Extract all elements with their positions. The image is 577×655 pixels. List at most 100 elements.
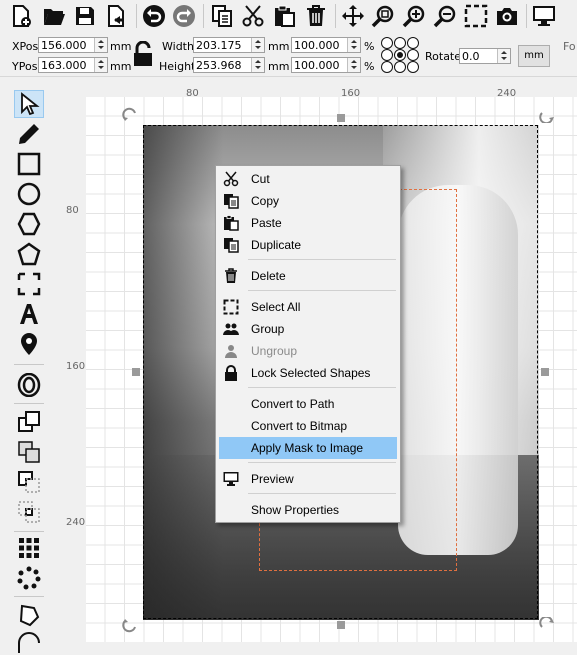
duplicate-icon <box>224 238 239 253</box>
pencil-tool-icon[interactable] <box>14 120 44 148</box>
group-icon <box>223 323 239 335</box>
rotate-handle-icon[interactable] <box>122 107 138 123</box>
select-all-icon <box>223 299 239 315</box>
menu-item-label: Paste <box>251 216 282 230</box>
menu-item-select-all[interactable]: Select All <box>219 296 397 318</box>
menu-item-ungroup: Ungroup <box>219 340 397 362</box>
property-bar: XPos 156.000 mm YPos 163.000 mm Width 20… <box>0 32 577 77</box>
width-label: Width <box>162 40 194 53</box>
grid-array-icon[interactable] <box>14 534 44 562</box>
xpos-input[interactable]: 156.000 <box>38 37 108 53</box>
zoom-out-icon[interactable] <box>432 3 458 29</box>
path-tool-icon[interactable] <box>14 627 44 655</box>
menu-item-convert-path[interactable]: Convert to Path <box>219 393 397 415</box>
height-input[interactable]: 253.968 <box>193 57 265 73</box>
location-pin-icon[interactable] <box>14 330 44 358</box>
text-tool-icon[interactable] <box>14 300 44 328</box>
main-toolbar <box>0 0 577 32</box>
menu-item-label: Ungroup <box>251 344 298 358</box>
paste-icon[interactable] <box>271 3 297 29</box>
menu-item-convert-bitmap[interactable]: Convert to Bitmap <box>219 415 397 437</box>
height-unit: mm <box>268 60 290 73</box>
ypos-input[interactable]: 163.000 <box>38 57 108 73</box>
menu-item-group[interactable]: Group <box>219 318 397 340</box>
offset-tool-icon[interactable] <box>14 371 44 399</box>
ellipse-tool-icon[interactable] <box>14 180 44 208</box>
corner-tool-icon[interactable] <box>14 270 44 298</box>
select-area-icon[interactable] <box>463 3 489 29</box>
camera-icon[interactable] <box>494 3 520 29</box>
menu-item-delete[interactable]: Delete <box>219 265 397 287</box>
menu-item-label: Preview <box>251 472 294 486</box>
ruler-tick-label: 160 <box>66 361 86 372</box>
paste-icon <box>224 215 239 231</box>
resize-handle[interactable] <box>337 621 345 629</box>
weld-tool-icon[interactable] <box>14 408 44 436</box>
ypos-unit: mm <box>110 60 132 73</box>
lock-ratio-icon[interactable] <box>133 40 153 67</box>
tools-sidebar <box>0 77 60 653</box>
open-folder-icon[interactable] <box>41 3 67 29</box>
ruler-tick-label: 240 <box>66 517 86 528</box>
lock-icon <box>225 365 237 381</box>
redo-icon <box>171 3 197 29</box>
circular-array-icon[interactable] <box>14 564 44 592</box>
union-tool-icon[interactable] <box>14 438 44 466</box>
polygon-tool-icon[interactable] <box>14 240 44 268</box>
horizontal-ruler: 80 160 240 <box>62 77 577 99</box>
delete-icon[interactable] <box>303 3 329 29</box>
menu-item-duplicate[interactable]: Duplicate <box>219 234 397 256</box>
rectangle-tool-icon[interactable] <box>14 150 44 178</box>
rotate-handle-icon[interactable] <box>122 617 138 633</box>
menu-item-lock[interactable]: Lock Selected Shapes <box>219 362 397 384</box>
unit-toggle-button[interactable]: mm <box>518 45 550 67</box>
anchor-point-selector[interactable] <box>380 36 420 74</box>
width-input[interactable]: 203.175 <box>193 37 265 53</box>
new-document-icon[interactable] <box>8 3 34 29</box>
cut-icon[interactable] <box>240 3 266 29</box>
rotate-input[interactable]: 0.0 <box>459 48 511 64</box>
vertical-ruler: 80 160 240 <box>62 97 86 642</box>
trash-icon <box>225 268 237 283</box>
resize-handle[interactable] <box>337 114 345 122</box>
menu-item-show-properties[interactable]: Show Properties <box>219 499 397 521</box>
ruler-tick-label: 80 <box>66 205 79 216</box>
monitor-icon <box>223 472 239 486</box>
monitor-icon[interactable] <box>531 3 557 29</box>
intersect-tool-icon[interactable] <box>14 498 44 526</box>
resize-handle[interactable] <box>541 368 549 376</box>
width-unit: mm <box>268 40 290 53</box>
resize-handle[interactable] <box>132 368 140 376</box>
rotate-label: Rotate <box>425 50 462 63</box>
copy-icon[interactable] <box>209 3 235 29</box>
move-icon[interactable] <box>340 3 366 29</box>
menu-item-label: Cut <box>251 172 270 186</box>
undo-icon[interactable] <box>141 3 167 29</box>
menu-item-label: Select All <box>251 300 301 314</box>
hexagon-tool-icon[interactable] <box>14 210 44 238</box>
menu-item-apply-mask[interactable]: Apply Mask to Image <box>219 437 397 459</box>
save-icon[interactable] <box>72 3 98 29</box>
menu-item-label: Copy <box>251 194 280 208</box>
menu-item-label: Show Properties <box>251 503 340 517</box>
menu-item-paste[interactable]: Paste <box>219 212 397 234</box>
height-label: Height <box>159 60 196 73</box>
subtract-tool-icon[interactable] <box>14 468 44 496</box>
rotate-handle-icon[interactable] <box>539 107 555 123</box>
menu-item-label: Group <box>251 322 285 336</box>
menu-item-preview[interactable]: Preview <box>219 468 397 490</box>
rotate-shape-icon[interactable] <box>14 601 44 629</box>
rotate-handle-icon[interactable] <box>539 617 555 633</box>
zoom-selection-icon[interactable] <box>370 3 396 29</box>
width-percent-sign: % <box>364 40 375 53</box>
ypos-label: YPos <box>12 60 38 73</box>
select-tool-icon[interactable] <box>14 90 44 118</box>
export-icon[interactable] <box>103 3 129 29</box>
menu-item-copy[interactable]: Copy <box>219 190 397 212</box>
xpos-unit: mm <box>110 40 132 53</box>
height-percent-input[interactable]: 100.000 <box>291 57 361 73</box>
zoom-in-icon[interactable] <box>401 3 427 29</box>
width-percent-input[interactable]: 100.000 <box>291 37 361 53</box>
menu-item-label: Convert to Bitmap <box>251 419 348 433</box>
menu-item-cut[interactable]: Cut <box>219 168 397 190</box>
